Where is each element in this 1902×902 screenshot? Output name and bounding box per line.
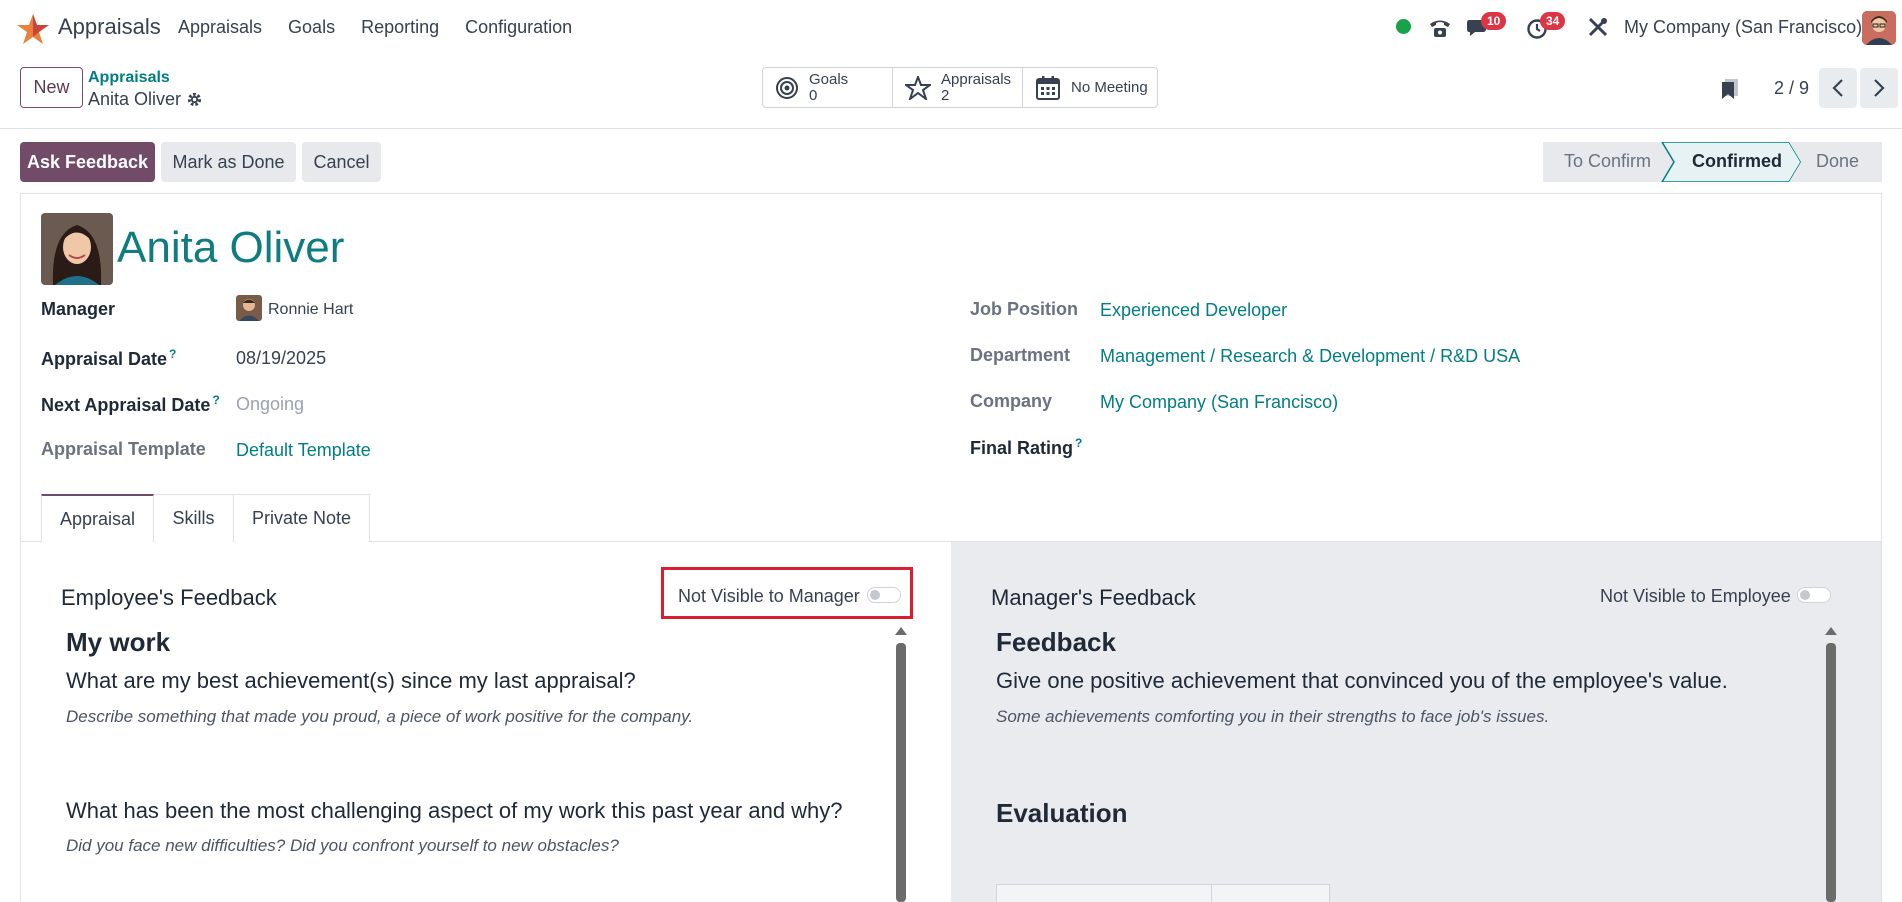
section-evaluation: Evaluation xyxy=(996,798,1128,828)
department-field[interactable]: Management / Research & Development / R&… xyxy=(1100,346,1520,367)
breadcrumb-current: Anita Oliver xyxy=(88,89,182,109)
menu-appraisals[interactable]: Appraisals xyxy=(178,17,262,38)
debug-tools-icon[interactable] xyxy=(1587,16,1609,38)
help-tooltip-icon[interactable]: ? xyxy=(169,347,176,361)
stage-to-confirm[interactable]: To Confirm xyxy=(1564,151,1651,172)
not-visible-to-employee-toggle[interactable] xyxy=(1797,587,1831,603)
new-button[interactable]: New xyxy=(20,67,83,108)
help-tooltip-icon[interactable]: ? xyxy=(212,393,219,407)
bookmark-icon[interactable] xyxy=(1720,78,1740,100)
messages-badge: 10 xyxy=(1481,12,1507,30)
tab-appraisal[interactable]: Appraisal xyxy=(41,494,154,543)
not-visible-to-employee-label: Not Visible to Employee xyxy=(1600,586,1791,606)
next-appraisal-date-label: Next Appraisal Date? xyxy=(41,393,220,416)
section-feedback: Feedback xyxy=(996,627,1116,657)
chevron-left-icon xyxy=(1832,79,1843,97)
company-label: Company xyxy=(970,391,1053,411)
final-rating-label-text: Final Rating xyxy=(970,438,1073,458)
appraisal-date-label: Appraisal Date? xyxy=(41,347,176,370)
manager-feedback-scrollbar[interactable] xyxy=(1826,643,1836,902)
appraisal-date-label-text: Appraisal Date xyxy=(41,349,168,369)
employee-feedback-title: Employee's Feedback xyxy=(61,585,277,610)
scroll-up-arrow-icon[interactable] xyxy=(1825,627,1837,635)
cancel-button[interactable]: Cancel xyxy=(302,142,381,182)
appraisals-count: 2 xyxy=(941,86,950,104)
meeting-smart-button[interactable]: No Meeting xyxy=(1023,68,1157,107)
pager-next-button[interactable] xyxy=(1860,68,1898,108)
stage-confirmed[interactable]: Confirmed xyxy=(1692,151,1782,172)
calendar-icon xyxy=(1036,75,1060,100)
goals-count: 0 xyxy=(809,86,818,104)
department-label: Department xyxy=(970,345,1071,365)
app-name[interactable]: Appraisals xyxy=(58,14,161,40)
company-field[interactable]: My Company (San Francisco) xyxy=(1100,392,1338,413)
evaluation-table-divider xyxy=(1211,884,1212,902)
appraisal-date-field[interactable]: 08/19/2025 xyxy=(236,348,326,369)
evaluation-table xyxy=(996,884,1330,902)
meeting-label: No Meeting xyxy=(1071,78,1148,96)
hint-positive-achievement[interactable]: Some achievements comforting you in thei… xyxy=(996,707,1549,727)
final-rating-label: Final Rating? xyxy=(970,436,1082,459)
highlight-box xyxy=(661,567,913,619)
scroll-up-arrow-icon[interactable] xyxy=(895,627,907,635)
question-best-achievements: What are my best achievement(s) since my… xyxy=(66,668,636,693)
next-appraisal-date-label-text: Next Appraisal Date xyxy=(41,395,211,415)
mark-as-done-button[interactable]: Mark as Done xyxy=(161,142,296,182)
company-switcher[interactable]: My Company (San Francisco) xyxy=(1624,17,1862,38)
employee-photo[interactable] xyxy=(41,213,113,285)
presence-status-icon[interactable] xyxy=(1396,19,1411,34)
chevron-right-icon xyxy=(1874,79,1885,97)
employee-name[interactable]: Anita Oliver xyxy=(117,223,344,273)
goals-label: Goals xyxy=(809,70,849,88)
pager-value[interactable]: 2 / 9 xyxy=(1774,78,1809,99)
top-navbar: Appraisals Appraisals Goals Reporting Co… xyxy=(0,0,1902,57)
gear-icon[interactable] xyxy=(186,91,203,108)
tab-private-note[interactable]: Private Note xyxy=(233,494,370,542)
manager-feedback-title: Manager's Feedback xyxy=(991,585,1196,610)
pager-previous-button[interactable] xyxy=(1819,68,1857,108)
job-position-field[interactable]: Experienced Developer xyxy=(1100,300,1287,321)
section-my-work: My work xyxy=(66,627,171,657)
hint-challenging-aspect[interactable]: Did you face new difficulties? Did you c… xyxy=(66,836,619,856)
star-icon xyxy=(905,75,931,100)
question-positive-achievement: Give one positive achievement that convi… xyxy=(996,668,1728,693)
user-avatar[interactable] xyxy=(1862,11,1896,45)
phone-icon[interactable] xyxy=(1428,17,1452,39)
appraisal-template-field[interactable]: Default Template xyxy=(236,440,371,461)
job-position-label: Job Position xyxy=(970,299,1078,319)
hint-best-achievements[interactable]: Describe something that made you proud, … xyxy=(66,707,693,727)
manager-label: Manager xyxy=(41,299,116,319)
employee-feedback-scrollbar[interactable] xyxy=(896,643,906,902)
question-challenging-aspect: What has been the most challenging aspec… xyxy=(66,798,843,823)
menu-configuration[interactable]: Configuration xyxy=(465,17,572,38)
manager-avatar xyxy=(236,295,262,321)
final-rating-field[interactable] xyxy=(1100,437,1400,461)
goals-smart-button[interactable]: Goals 0 xyxy=(763,68,893,107)
main-menu: Appraisals Goals Reporting Configuration xyxy=(178,17,572,38)
smart-buttons: Goals 0 Appraisals 2 No Meeting xyxy=(762,67,1158,108)
breadcrumb-parent[interactable]: Appraisals xyxy=(88,69,170,87)
activities-badge: 34 xyxy=(1540,12,1566,30)
target-icon xyxy=(776,76,798,99)
help-tooltip-icon[interactable]: ? xyxy=(1075,436,1082,450)
ask-feedback-button[interactable]: Ask Feedback xyxy=(20,142,155,182)
appraisals-label: Appraisals xyxy=(941,70,1012,88)
appraisals-smart-button[interactable]: Appraisals 2 xyxy=(893,68,1023,107)
tab-skills[interactable]: Skills xyxy=(154,494,234,542)
control-panel-divider xyxy=(0,128,1902,129)
menu-reporting[interactable]: Reporting xyxy=(361,17,439,38)
menu-goals[interactable]: Goals xyxy=(288,17,335,38)
stage-done[interactable]: Done xyxy=(1816,151,1859,172)
appraisal-template-label: Appraisal Template xyxy=(41,439,206,459)
next-appraisal-date-field[interactable]: Ongoing xyxy=(236,394,304,415)
appraisals-app-icon[interactable] xyxy=(16,13,50,45)
manager-value[interactable]: Ronnie Hart xyxy=(268,301,353,319)
